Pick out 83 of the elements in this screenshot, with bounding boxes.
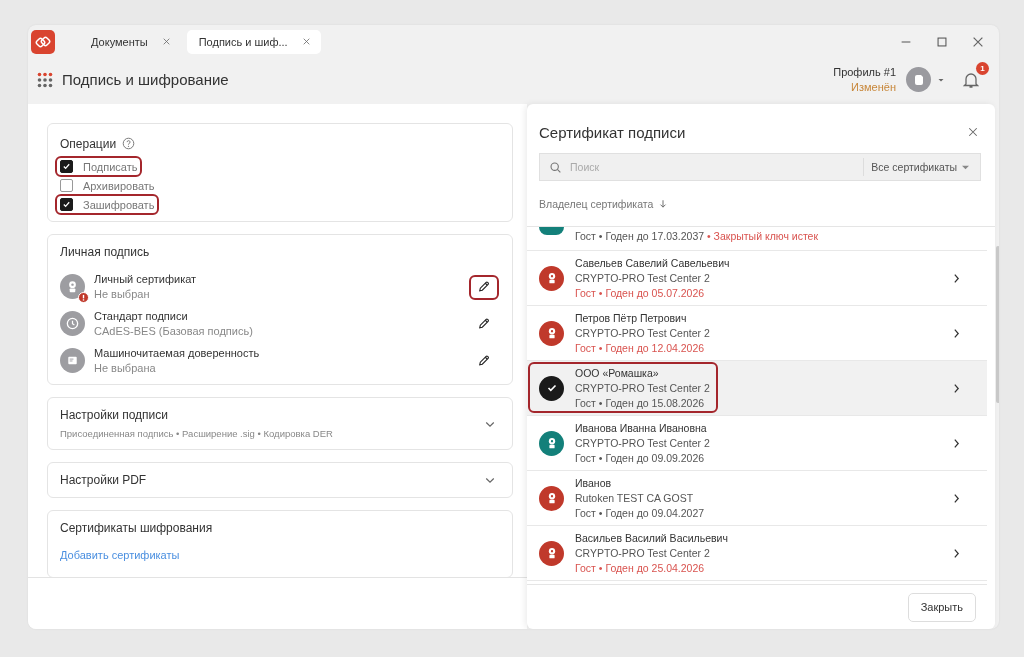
- check-icon: [62, 162, 71, 171]
- certificate-owner: ООО «Ромашка»: [575, 367, 660, 379]
- certificate-validity: Гост • Годен до 09.04.2027: [575, 507, 706, 519]
- certificate-row[interactable]: ООО «Ромашка» CRYPTO-PRO Test Center 2 Гост • Годен до 15.08.2026: [527, 361, 987, 416]
- pencil-icon: [478, 280, 490, 293]
- certificate-validity: Гост • Годен до 25.04.2026: [575, 562, 706, 574]
- chevron-right-icon: [952, 327, 961, 339]
- search-icon: [549, 160, 562, 174]
- page-title: Подпись и шифрование: [62, 71, 229, 88]
- checkbox-option[interactable]: Архивировать: [60, 179, 155, 192]
- close-icon[interactable]: [161, 37, 171, 46]
- certificate-row[interactable]: Васильев Василий Васильевич CRYPTO-PRO Test Center 2 Гост • Годен до 25.04.2026: [527, 526, 987, 581]
- pencil-icon: [478, 354, 490, 367]
- card-title: Настройки PDF: [60, 473, 148, 487]
- certificate-row[interactable]: Иванов Rutoken TEST CA GOST Гост • Годен до 09.04.2027: [527, 471, 987, 526]
- pencil-icon: [478, 317, 490, 330]
- certificate-validity: Гост • Годен до 09.09.2026: [575, 452, 706, 464]
- item-value: Не выбрана: [94, 362, 157, 374]
- check-icon: [539, 375, 564, 401]
- chevron-right-icon: [952, 492, 961, 504]
- column-header[interactable]: Владелец сертификата: [539, 197, 654, 210]
- checkbox[interactable]: [60, 179, 73, 192]
- checkbox[interactable]: [60, 198, 73, 211]
- close-icon[interactable]: [967, 126, 979, 138]
- certificate-owner: Иванова Иванна Ивановна: [575, 422, 708, 434]
- notification-badge: 1: [976, 61, 989, 75]
- settings-card[interactable]: Настройки подписи Присоединенная подпись • Расширение .sig • Кодировка DER: [47, 397, 513, 450]
- certificate-issuer: CRYPTO-PRO Test Center 2: [575, 547, 711, 559]
- caret-icon: [962, 163, 969, 171]
- app-logo: [31, 29, 55, 54]
- chevron-right-icon: [952, 437, 961, 449]
- card-title: Операции: [60, 137, 117, 151]
- item-value: CAdES-BES (Базовая подпись): [94, 325, 254, 337]
- search-field[interactable]: Поиск Все сертификаты: [539, 153, 981, 181]
- card-title: Личная подпись: [60, 245, 151, 259]
- certificate-validity: Гост • Годен до 05.07.2026: [575, 287, 706, 299]
- certificate-owner: Васильев Василий Васильевич: [575, 532, 729, 544]
- item-title: Личный сертификат: [94, 273, 198, 285]
- menu-icon[interactable]: [37, 71, 53, 88]
- bell-icon[interactable]: [963, 70, 979, 89]
- item-title: Машиночитаемая доверенность: [94, 347, 261, 359]
- certificate-validity: Гост • Годен до 15.08.2026: [575, 397, 706, 409]
- chevron-right-icon: [952, 547, 961, 559]
- checkbox-option[interactable]: Зашифровать: [60, 198, 155, 211]
- certificate-owner: Иванов: [575, 477, 613, 489]
- certificate-issuer: CRYPTO-PRO Test Center 2: [575, 382, 711, 394]
- tab[interactable]: Подпись и шиф...: [186, 29, 321, 54]
- item-value: Не выбран: [94, 288, 151, 300]
- certificate-owner: Петров Пётр Петрович: [575, 312, 688, 324]
- checkbox[interactable]: [60, 160, 73, 173]
- certificate-row[interactable]: Савельев Савелий Савельевич CRYPTO-PRO Test Center 2 Гост • Годен до 05.07.2026: [527, 251, 987, 306]
- chevron-right-icon: [952, 382, 961, 394]
- certificate-row[interactable]: Гост • Годен до 17.03.2037 • Закрытый ключ истек: [527, 227, 987, 251]
- item-title: Стандарт подписи: [94, 310, 189, 322]
- profile-avatar[interactable]: [906, 67, 931, 92]
- profile-status: Изменён: [851, 81, 896, 93]
- drawer-title: Сертификат подписи: [539, 123, 687, 141]
- certificate-row[interactable]: Иванова Иванна Ивановна CRYPTO-PRO Test Center 2 Гост • Годен до 09.09.2026: [527, 416, 987, 471]
- tab[interactable]: Документы: [79, 29, 181, 54]
- check-icon: [62, 200, 71, 209]
- certificate-issuer: CRYPTO-PRO Test Center 2: [575, 272, 711, 284]
- settings-summary: Присоединенная подпись • Расширение .sig • Кодировка DER: [60, 428, 334, 439]
- profile-name[interactable]: Профиль #1: [833, 66, 896, 78]
- filter-dropdown[interactable]: Все сертификаты: [863, 158, 971, 176]
- clock-icon: [65, 316, 80, 331]
- certificate-issuer: CRYPTO-PRO Test Center 2: [575, 437, 711, 449]
- checkbox-option[interactable]: Подписать: [60, 160, 138, 173]
- certificate-issuer: CRYPTO-PRO Test Center 2: [575, 327, 711, 339]
- certificate-validity: Гост • Годен до 17.03.2037 • Закрытый ключ истек: [575, 230, 820, 242]
- add-link[interactable]: Добавить сертификаты: [60, 549, 180, 561]
- close-button[interactable]: Закрыть: [907, 592, 976, 622]
- card-title: Сертификаты шифрования: [60, 521, 214, 535]
- certificate-owner: Савельев Савелий Савельевич: [575, 257, 731, 269]
- arrow-down-icon[interactable]: [658, 198, 669, 209]
- certificate-validity: Гост • Годен до 12.04.2026: [575, 342, 706, 354]
- certificate-issuer: Rutoken TEST CA GOST: [575, 492, 695, 504]
- chevron-right-icon: [952, 272, 961, 284]
- settings-card[interactable]: Настройки PDF: [47, 462, 513, 498]
- card-title: Настройки подписи: [60, 408, 169, 422]
- close-icon[interactable]: [301, 37, 311, 46]
- scrollbar[interactable]: [996, 246, 999, 403]
- maximize-icon[interactable]: [935, 34, 949, 49]
- help-icon[interactable]: [122, 137, 136, 150]
